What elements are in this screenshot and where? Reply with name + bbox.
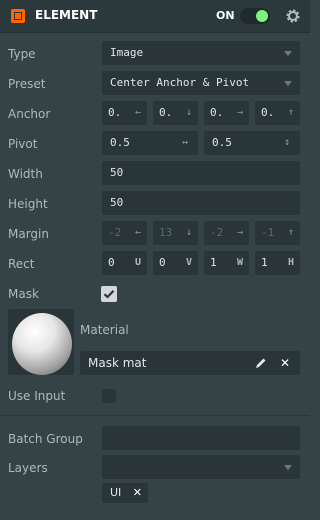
chevron-down-icon	[284, 51, 292, 56]
rect-u-suffix: U	[134, 257, 141, 268]
anchor-label: Anchor	[8, 107, 51, 121]
rect-v-input[interactable]: 0V	[153, 251, 198, 275]
checkmark-icon	[103, 290, 115, 299]
rect-h-value: 1	[261, 256, 268, 269]
pivot-y-value: 0.5	[212, 136, 232, 149]
arrow-down-icon: ↓	[185, 107, 192, 118]
material-asset-name: Mask mat	[88, 356, 147, 370]
margin-left-value: -25	[108, 226, 122, 239]
gear-icon[interactable]	[285, 8, 301, 24]
layer-tag-label: UI	[110, 486, 122, 499]
section-divider	[0, 415, 310, 416]
width-value: 50	[110, 166, 124, 179]
rect-w-value: 1	[210, 256, 217, 269]
arrow-right-icon: →	[236, 107, 243, 118]
anchor-bottom-input[interactable]: 0.5 ↓	[153, 101, 198, 125]
layers-label: Layers	[8, 461, 48, 475]
rect-w-input[interactable]: 1W	[204, 251, 249, 275]
use-input-label: Use Input	[8, 389, 66, 403]
arrow-vertical-icon: ↕	[283, 137, 290, 148]
rect-u-value: 0	[108, 256, 115, 269]
enabled-label: ON	[216, 9, 235, 22]
margin-top-input[interactable]: -18 ↑	[255, 221, 300, 245]
toggle-knob	[256, 10, 268, 22]
anchor-left-value: 0.5	[108, 106, 122, 119]
rect-v-value: 0	[159, 256, 166, 269]
material-label: Material	[80, 323, 129, 337]
enabled-toggle[interactable]	[240, 8, 270, 24]
anchor-right-value: 0.5	[210, 106, 224, 119]
arrow-up-icon: ↑	[287, 107, 294, 118]
layers-select[interactable]	[102, 455, 300, 479]
chevron-down-icon	[284, 81, 292, 86]
arrow-right-icon: →	[236, 227, 243, 238]
width-input[interactable]: 50	[102, 161, 300, 185]
rect-v-suffix: V	[185, 257, 192, 268]
mask-label: Mask	[8, 287, 39, 301]
component-header: ELEMENT ON	[0, 0, 310, 33]
preset-value: Center Anchor & Pivot	[110, 76, 250, 89]
type-value: Image	[110, 46, 144, 59]
batch-group-field[interactable]	[102, 426, 300, 450]
close-icon[interactable]: ✕	[280, 351, 290, 375]
margin-top-value: -18	[261, 226, 275, 239]
rect-w-suffix: W	[236, 257, 243, 268]
height-label: Height	[8, 197, 48, 211]
chevron-down-icon	[284, 465, 292, 470]
rect-h-input[interactable]: 1H	[255, 251, 300, 275]
type-select[interactable]: Image	[102, 41, 300, 65]
width-label: Width	[8, 167, 43, 181]
margin-right-input[interactable]: -25 →	[204, 221, 249, 245]
material-preview[interactable]	[8, 309, 74, 375]
preset-select[interactable]: Center Anchor & Pivot	[102, 71, 300, 95]
margin-bottom-input[interactable]: 13 ↓	[153, 221, 198, 245]
layer-tag-ui[interactable]: UI ✕	[102, 483, 148, 503]
arrow-left-icon: ←	[134, 227, 141, 238]
pivot-y-input[interactable]: 0.5 ↕	[204, 131, 300, 155]
use-input-checkbox[interactable]	[102, 389, 116, 403]
material-asset-field[interactable]: Mask mat ✕	[80, 351, 300, 375]
anchor-top-value: 0.5	[261, 106, 275, 119]
margin-bottom-value: 13	[159, 226, 173, 239]
margin-left-input[interactable]: -25 ←	[102, 221, 147, 245]
arrow-down-icon: ↓	[185, 227, 192, 238]
height-input[interactable]: 50	[102, 191, 300, 215]
arrow-up-icon: ↑	[287, 227, 294, 238]
close-icon[interactable]: ✕	[133, 483, 142, 503]
rect-h-suffix: H	[287, 257, 294, 268]
margin-right-value: -25	[210, 226, 224, 239]
component-title: ELEMENT	[35, 8, 98, 22]
pivot-x-value: 0.5	[110, 136, 130, 149]
arrow-left-icon: ←	[134, 107, 141, 118]
anchor-left-input[interactable]: 0.5 ←	[102, 101, 147, 125]
pencil-icon[interactable]	[255, 357, 267, 369]
type-label: Type	[8, 47, 36, 61]
arrow-horizontal-icon: ↔	[181, 137, 188, 148]
preset-label: Preset	[8, 77, 46, 91]
material-sphere	[12, 313, 72, 375]
pivot-x-input[interactable]: 0.5 ↔	[102, 131, 198, 155]
anchor-bottom-value: 0.5	[159, 106, 173, 119]
margin-label: Margin	[8, 227, 49, 241]
mask-checkbox[interactable]	[101, 286, 117, 302]
rect-label: Rect	[8, 257, 35, 271]
batch-group-label: Batch Group	[8, 432, 83, 446]
element-component-icon	[11, 9, 25, 23]
rect-u-input[interactable]: 0U	[102, 251, 147, 275]
height-value: 50	[110, 196, 124, 209]
anchor-top-input[interactable]: 0.5 ↑	[255, 101, 300, 125]
pivot-label: Pivot	[8, 137, 38, 151]
anchor-right-input[interactable]: 0.5 →	[204, 101, 249, 125]
